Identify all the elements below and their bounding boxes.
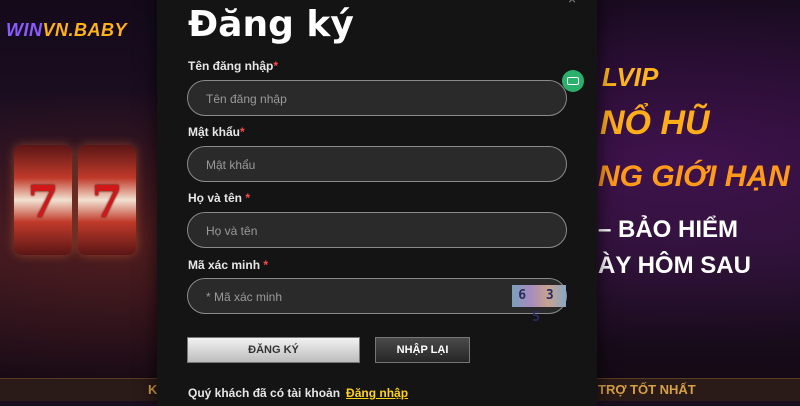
login-prompt-text: Quý khách đã có tài khoản [188,386,341,400]
password-field[interactable] [187,146,567,183]
captcha-label-text: Mã xác minh [188,258,261,272]
username-input[interactable] [204,81,498,117]
promo-line-4: – BẢO HIỂM [598,216,739,243]
strip-left-text: K [148,382,158,397]
password-input[interactable] [204,147,498,183]
reel-symbol: 7 [27,177,59,228]
reel-symbol: 7 [91,177,123,228]
required-mark: * [273,59,279,73]
fullname-label-text: Họ và tên [188,191,243,205]
password-label: Mật khẩu* [188,125,245,139]
register-button[interactable]: ĐĂNG KÝ [187,337,360,363]
logo-rest-text: VN.BABY [42,20,128,40]
login-prompt: Quý khách đã có tài khoản Đăng nhập [188,386,408,400]
captcha-label: Mã xác minh * [188,258,268,272]
modal-title: Đăng ký [188,4,354,45]
captcha-image[interactable]: 6 3 5 [512,285,566,325]
reset-button[interactable]: NHẬP LẠI [375,337,470,363]
required-mark: * [263,258,269,272]
promo-line-1: LVIP [602,62,659,92]
fullname-field[interactable] [187,212,567,249]
close-icon[interactable]: × [568,0,586,6]
slot-reel-left: 7 [14,145,72,255]
logo-win-text: WIN [6,20,43,40]
brand-logo[interactable]: WINVN.BABY [6,20,127,41]
required-mark: * [245,191,251,205]
login-link[interactable]: Đăng nhập [346,386,408,400]
strip-right-text: TRỢ TỐT NHẤT [598,382,696,397]
password-label-text: Mật khẩu [188,125,241,139]
username-label-text: Tên đăng nhập [188,59,274,73]
captcha-field[interactable] [187,278,567,315]
promo-line-5: ÀY HÔM SAU [598,252,751,279]
username-label: Tên đăng nhập* [188,59,278,73]
captcha-input[interactable] [204,279,498,315]
chat-bot-icon[interactable] [562,70,584,92]
slot-reel-right: 7 [78,145,136,255]
required-mark: * [240,125,245,139]
username-field[interactable] [187,80,567,117]
promo-line-2: NỔ HŨ [600,104,710,142]
fullname-input[interactable] [204,213,498,249]
fullname-label: Họ và tên * [188,191,250,205]
promo-line-3: NG GIỚI HẠN [598,160,790,193]
